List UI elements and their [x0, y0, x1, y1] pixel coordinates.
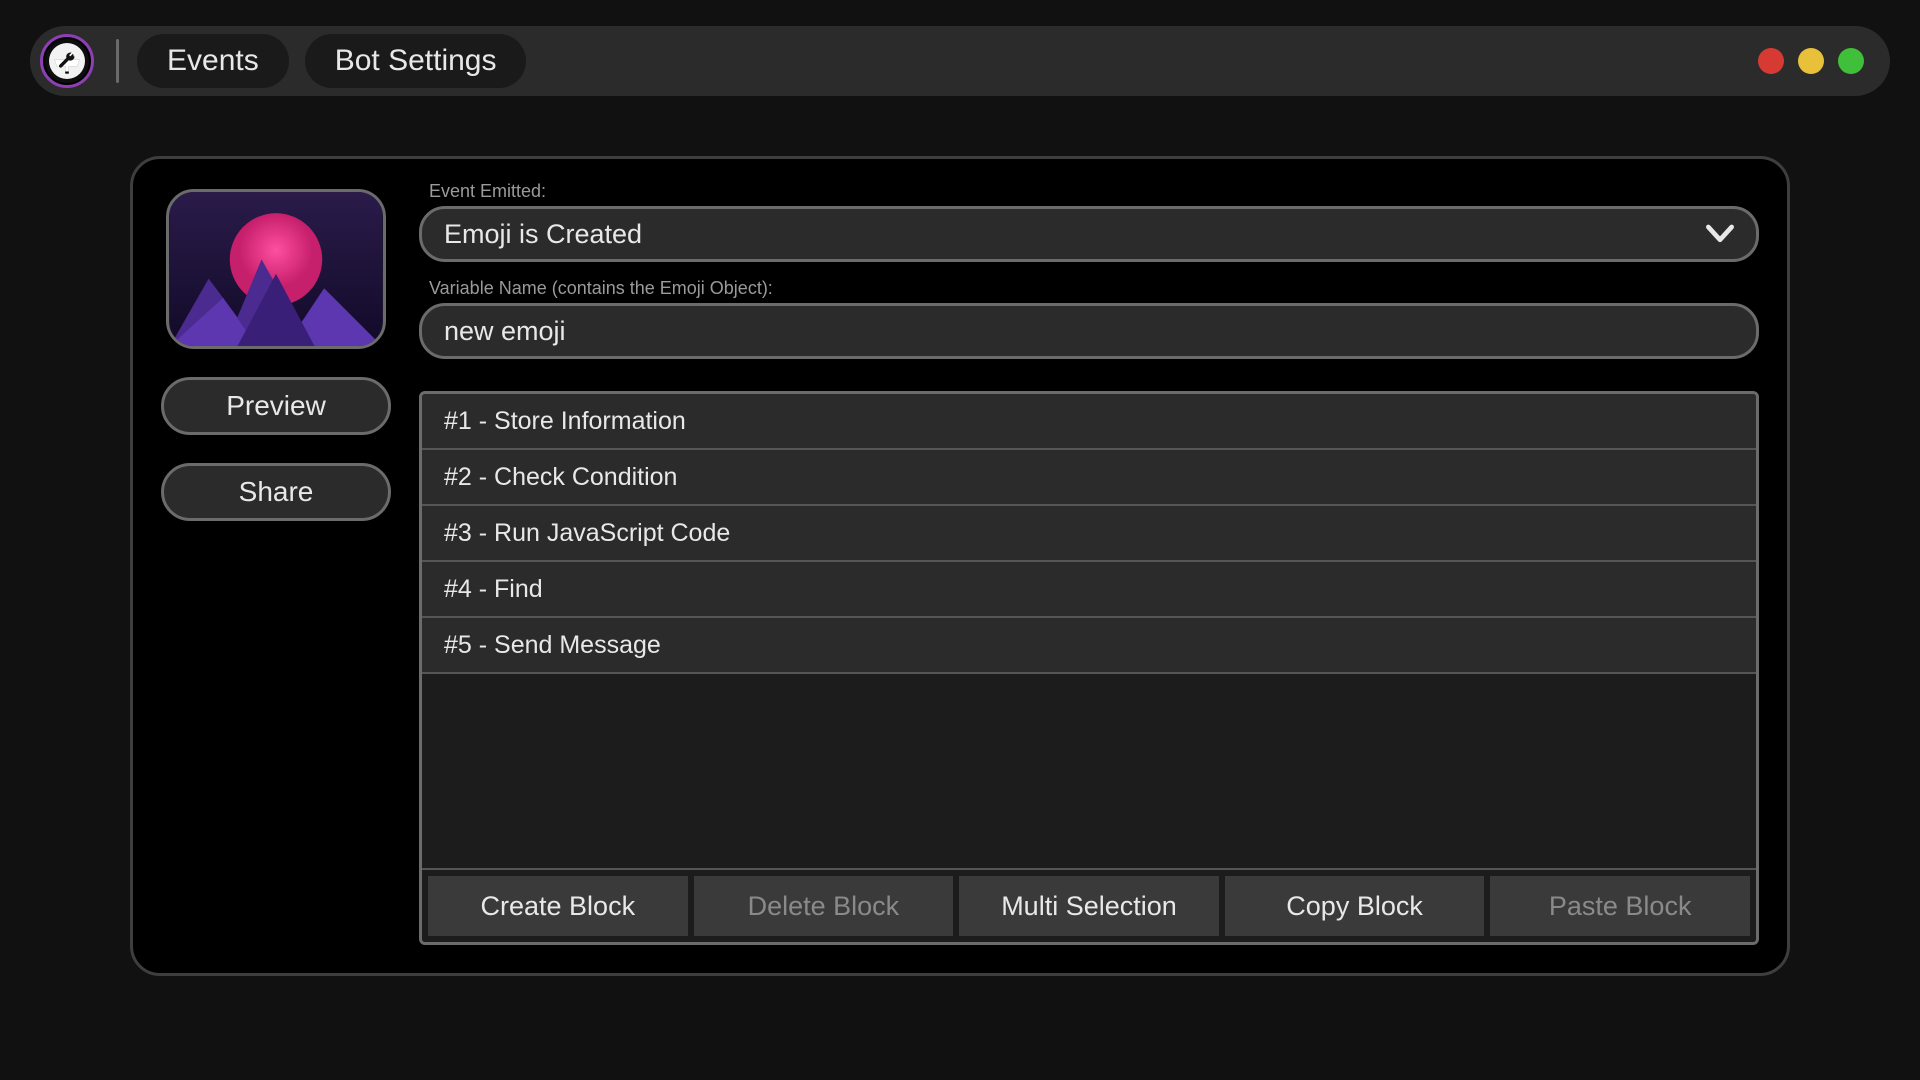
tab-bot-settings[interactable]: Bot Settings	[305, 34, 527, 88]
preview-button[interactable]: Preview	[161, 377, 391, 435]
share-button[interactable]: Share	[161, 463, 391, 521]
event-emitted-select[interactable]: Emoji is Created	[419, 206, 1759, 262]
create-block-button[interactable]: Create Block	[428, 876, 688, 936]
block-row[interactable]: #2 - Check Condition	[422, 450, 1756, 506]
chevron-down-icon	[1706, 220, 1734, 248]
blocks-footer: Create Block Delete Block Multi Selectio…	[422, 868, 1756, 942]
app-logo[interactable]	[40, 34, 94, 88]
mountain-sunset-icon	[169, 192, 383, 346]
right-column: Event Emitted: Emoji is Created Variable…	[419, 181, 1759, 945]
minimize-icon[interactable]	[1798, 48, 1824, 74]
event-emitted-value: Emoji is Created	[444, 219, 642, 250]
blocks-list: #1 - Store Information #2 - Check Condit…	[422, 394, 1756, 868]
block-row[interactable]: #3 - Run JavaScript Code	[422, 506, 1756, 562]
window-controls	[1758, 48, 1874, 74]
event-emitted-label: Event Emitted:	[429, 181, 1759, 202]
close-icon[interactable]	[1758, 48, 1784, 74]
delete-block-button[interactable]: Delete Block	[694, 876, 954, 936]
topbar-divider	[116, 39, 119, 83]
variable-name-label: Variable Name (contains the Emoji Object…	[429, 278, 1759, 299]
topbar: Events Bot Settings	[30, 26, 1890, 96]
variable-name-input[interactable]	[444, 316, 1734, 347]
blocks-panel: #1 - Store Information #2 - Check Condit…	[419, 391, 1759, 945]
wrench-icon	[57, 51, 77, 71]
editor-panel: Preview Share Event Emitted: Emoji is Cr…	[130, 156, 1790, 976]
block-row[interactable]: #4 - Find	[422, 562, 1756, 618]
block-row[interactable]: #1 - Store Information	[422, 394, 1756, 450]
maximize-icon[interactable]	[1838, 48, 1864, 74]
variable-name-input-wrap	[419, 303, 1759, 359]
multi-selection-button[interactable]: Multi Selection	[959, 876, 1219, 936]
tab-events[interactable]: Events	[137, 34, 289, 88]
left-column: Preview Share	[161, 181, 391, 945]
event-thumbnail[interactable]	[166, 189, 386, 349]
copy-block-button[interactable]: Copy Block	[1225, 876, 1485, 936]
block-row[interactable]: #5 - Send Message	[422, 618, 1756, 674]
paste-block-button[interactable]: Paste Block	[1490, 876, 1750, 936]
